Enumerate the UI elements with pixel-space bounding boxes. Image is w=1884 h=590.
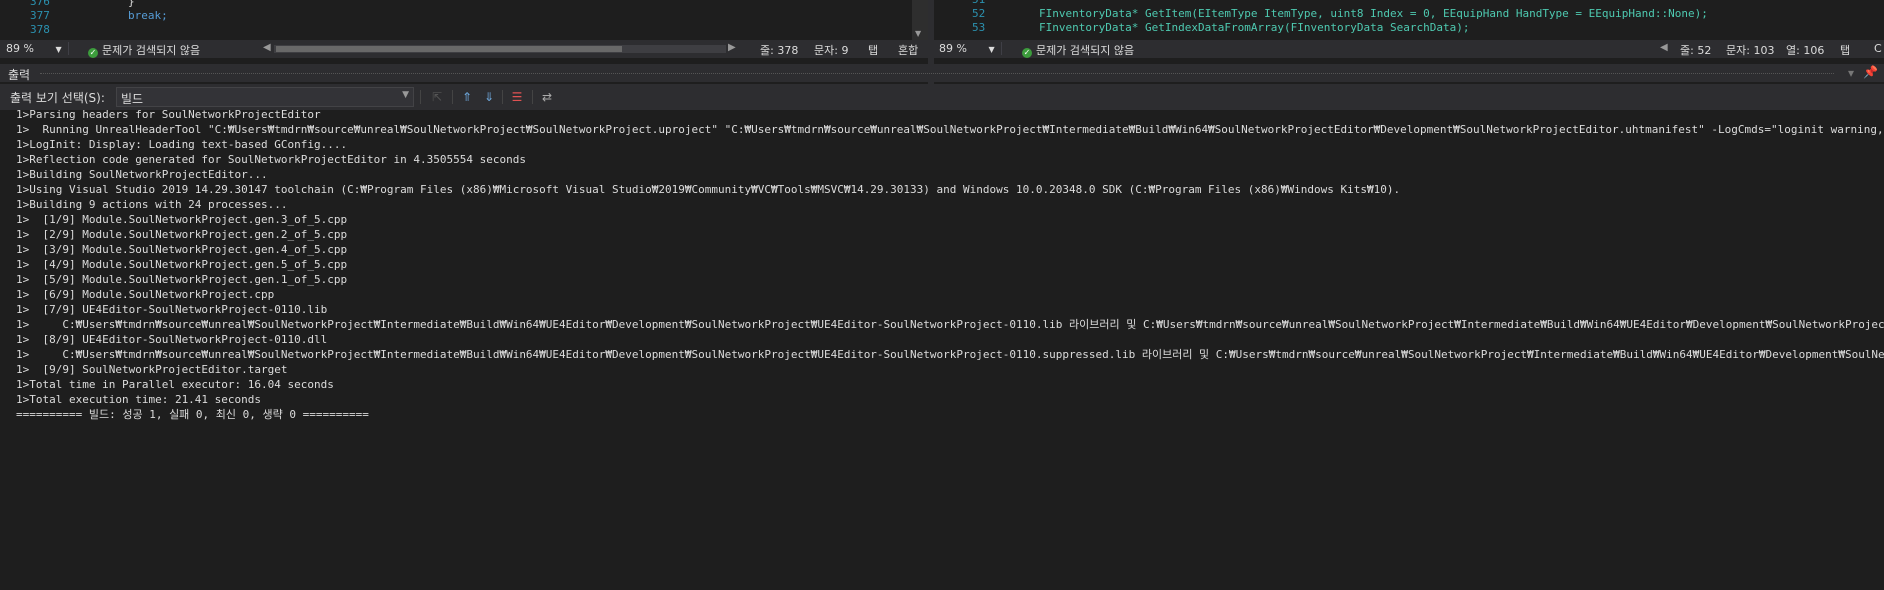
previous-message-icon[interactable]: ⇑ xyxy=(458,88,476,106)
output-line: 1>Using Visual Studio 2019 14.29.30147 t… xyxy=(16,183,1401,196)
zoom-dropdown-chevron-down-icon[interactable]: ▼ xyxy=(988,45,994,54)
output-line: 1> [4/9] Module.SoulNetworkProject.gen.5… xyxy=(16,258,348,271)
scroll-down-arrow-icon[interactable]: ▼ xyxy=(915,29,921,38)
output-source-dropdown[interactable]: 빌드 ▼ xyxy=(116,87,414,107)
line-number: 378 xyxy=(30,23,50,36)
line-indicator[interactable]: 줄: 52 xyxy=(1680,42,1711,58)
column-indicator[interactable]: 열: 106 xyxy=(1786,42,1824,58)
chevron-down-icon[interactable]: ▼ xyxy=(402,90,409,100)
zoom-dropdown-chevron-down-icon[interactable]: ▼ xyxy=(55,45,61,54)
vertical-scrollbar[interactable]: ▼ xyxy=(912,0,928,40)
toolbar-separator xyxy=(502,90,503,104)
pin-icon[interactable]: 📌 xyxy=(1863,65,1878,79)
output-line: 1>LogInit: Display: Loading text-based G… xyxy=(16,138,348,151)
code-line[interactable]: break; xyxy=(128,9,168,22)
char-indicator[interactable]: 문자: 9 xyxy=(814,42,848,58)
output-line: 1> [3/9] Module.SoulNetworkProject.gen.4… xyxy=(16,243,348,256)
output-text-area[interactable]: 1>Parsing headers for SoulNetworkProject… xyxy=(0,110,1884,590)
issues-indicator[interactable]: ✓ 문제가 검색되지 않음 xyxy=(1022,42,1134,58)
scrollbar-thumb[interactable] xyxy=(276,46,622,52)
code-line[interactable]: FInventoryData* GetItem(EItemType ItemTy… xyxy=(1039,7,1708,20)
output-line: 1> [7/9] UE4Editor-SoulNetworkProject-01… xyxy=(16,303,328,316)
output-line: 1> C:₩Users₩tmdrn₩source₩unreal₩SoulNetw… xyxy=(16,348,1884,361)
check-circle-icon: ✓ xyxy=(88,48,98,58)
output-line: 1> C:₩Users₩tmdrn₩source₩unreal₩SoulNetw… xyxy=(16,318,1884,331)
output-log[interactable]: 1>Parsing headers for SoulNetworkProject… xyxy=(16,110,1884,422)
code-line[interactable]: } xyxy=(128,0,135,8)
issues-indicator[interactable]: ✓ 문제가 검색되지 않음 xyxy=(88,42,200,58)
output-line: 1>Total execution time: 21.41 seconds xyxy=(16,393,262,406)
toolbar-separator xyxy=(420,90,421,104)
zoom-level[interactable]: 89 % ▼ xyxy=(6,42,69,55)
output-panel-header: 출력 ▾ 📌 xyxy=(0,64,1884,82)
output-line: ========== 빌드: 성공 1, 실패 0, 최신 0, 생략 0 ==… xyxy=(16,408,369,421)
output-line: 1> [8/9] UE4Editor-SoulNetworkProject-01… xyxy=(16,333,328,346)
find-message-in-code-icon[interactable]: ⇱ xyxy=(428,88,446,106)
output-panel-title: 출력 xyxy=(8,68,31,82)
zoom-level[interactable]: 89 % ▼ xyxy=(939,42,1002,55)
scroll-left-arrow-icon[interactable]: ◀ xyxy=(1660,42,1668,53)
word-wrap-toggle-icon[interactable]: ⇄ xyxy=(538,88,556,106)
encoding-indicator[interactable]: C xyxy=(1874,42,1882,55)
editor-pane-left[interactable]: 376 377 378 } break; ▼ xyxy=(0,0,928,40)
clear-all-icon[interactable]: ☰ xyxy=(508,88,526,106)
output-line: 1>Parsing headers for SoulNetworkProject… xyxy=(16,110,321,121)
editor-pane-right[interactable]: 51 52 53 FInventoryData* GetItem(EItemTy… xyxy=(934,0,1884,40)
output-line: 1>Total time in Parallel executor: 16.04… xyxy=(16,378,334,391)
line-number: 376 xyxy=(30,0,50,8)
output-line: 1>Building 9 actions with 24 processes..… xyxy=(16,198,288,211)
output-line: 1> [5/9] Module.SoulNetworkProject.gen.1… xyxy=(16,273,348,286)
tab-indicator[interactable]: 탭 xyxy=(1840,42,1850,58)
output-line: 1> Running UnrealHeaderTool "C:₩Users₩tm… xyxy=(16,123,1884,136)
scroll-right-arrow-icon[interactable]: ▶ xyxy=(728,42,736,53)
editor-status-bar-right: 89 % ▼ ✓ 문제가 검색되지 않음 ◀ 줄: 52 문자: 103 열: 1… xyxy=(934,40,1884,58)
char-indicator[interactable]: 문자: 103 xyxy=(1726,42,1774,58)
line-number: 51 xyxy=(972,0,985,6)
header-grip xyxy=(40,73,1834,75)
scroll-left-arrow-icon[interactable]: ◀ xyxy=(263,42,271,53)
horizontal-scrollbar[interactable] xyxy=(274,45,726,53)
check-circle-icon: ✓ xyxy=(1022,48,1032,58)
output-line: 1> [2/9] Module.SoulNetworkProject.gen.2… xyxy=(16,228,348,241)
output-line: 1> [6/9] Module.SoulNetworkProject.cpp xyxy=(16,288,275,301)
line-number: 377 xyxy=(30,9,50,22)
next-message-icon[interactable]: ⇓ xyxy=(480,88,498,106)
line-number: 52 xyxy=(972,7,986,20)
line-number: 53 xyxy=(972,21,986,34)
line-ending-indicator[interactable]: 혼합 xyxy=(898,42,918,58)
output-line: 1> [9/9] SoulNetworkProjectEditor.target xyxy=(16,363,288,376)
toolbar-separator xyxy=(452,90,453,104)
code-line[interactable]: FInventoryData* GetIndexDataFromArray(FI… xyxy=(1039,21,1469,34)
window-position-chevron-down-icon[interactable]: ▾ xyxy=(1848,66,1854,80)
editor-status-bar-left: 89 % ▼ ✓ 문제가 검색되지 않음 ◀ ▶ 줄: 378 문자: 9 탭 혼… xyxy=(0,40,928,58)
toolbar-separator xyxy=(532,90,533,104)
output-line: 1> [1/9] Module.SoulNetworkProject.gen.3… xyxy=(16,213,348,226)
output-line: 1>Reflection code generated for SoulNetw… xyxy=(16,153,526,166)
line-indicator[interactable]: 줄: 378 xyxy=(760,42,798,58)
output-source-value: 빌드 xyxy=(121,92,144,106)
source-select-label: 출력 보기 선택(S): xyxy=(10,91,105,105)
output-line: 1>Building SoulNetworkProjectEditor... xyxy=(16,168,268,181)
tab-indicator[interactable]: 탭 xyxy=(868,42,878,58)
output-toolbar: 출력 보기 선택(S): 빌드 ▼ ⇱ ⇑ ⇓ ☰ ⇄ xyxy=(0,84,1884,110)
